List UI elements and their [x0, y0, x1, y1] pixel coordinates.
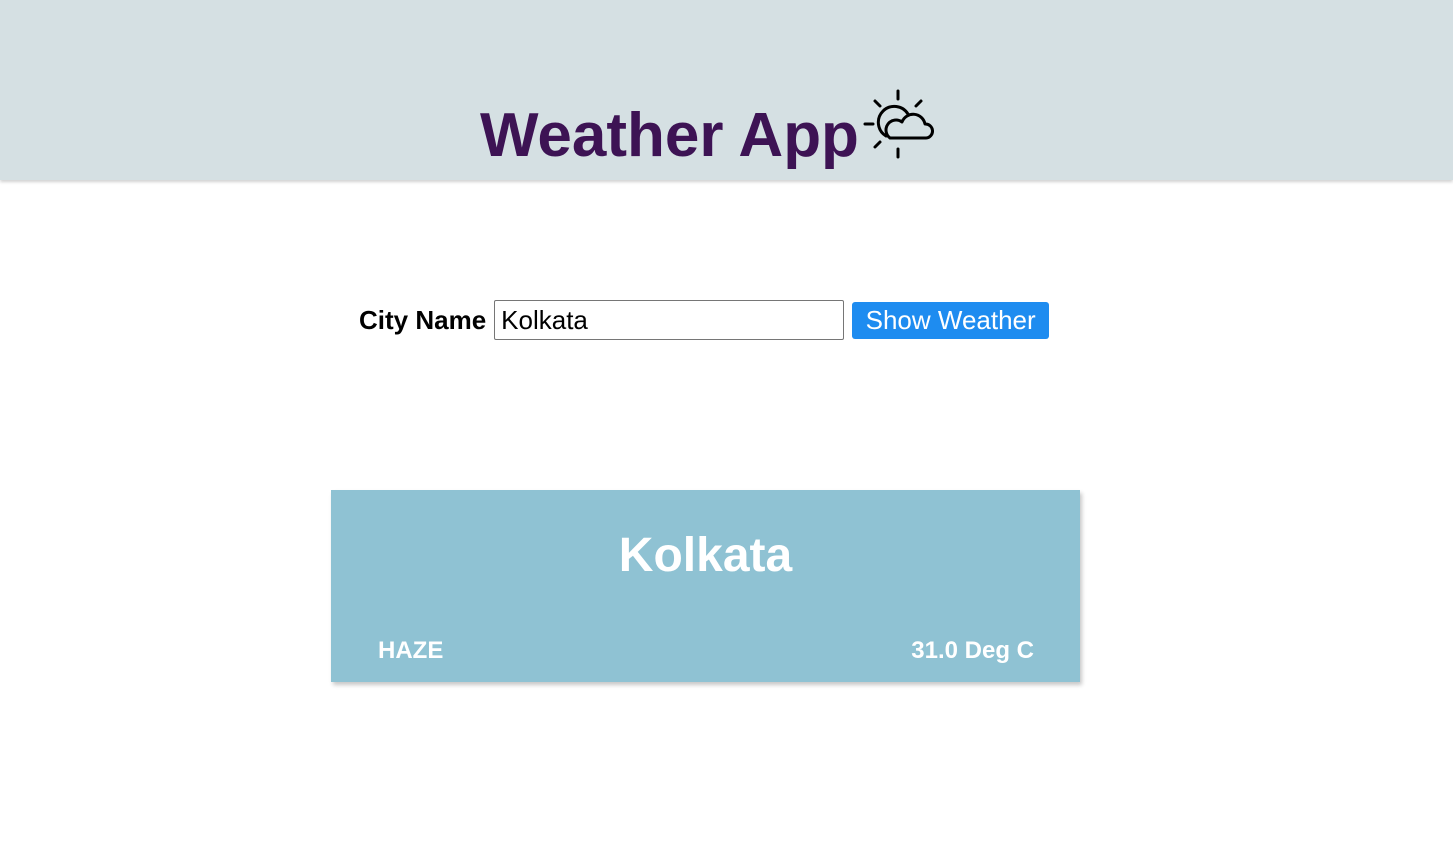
temperature-value: 31.0 Deg C: [911, 637, 1034, 664]
search-row: City Name Show Weather: [359, 300, 1050, 340]
show-weather-button[interactable]: Show Weather: [852, 301, 1050, 339]
weather-condition: HAZE: [378, 637, 444, 664]
result-city-name: Kolkata: [618, 529, 793, 582]
weather-result-card: Kolkata HAZE 31.0 Deg C: [331, 490, 1080, 682]
sun-cloud-icon: [863, 89, 934, 159]
app-title: Weather App: [480, 101, 859, 170]
city-name-input[interactable]: [494, 300, 845, 340]
app-header: Weather App: [0, 0, 1453, 180]
city-name-label: City Name: [359, 304, 487, 335]
